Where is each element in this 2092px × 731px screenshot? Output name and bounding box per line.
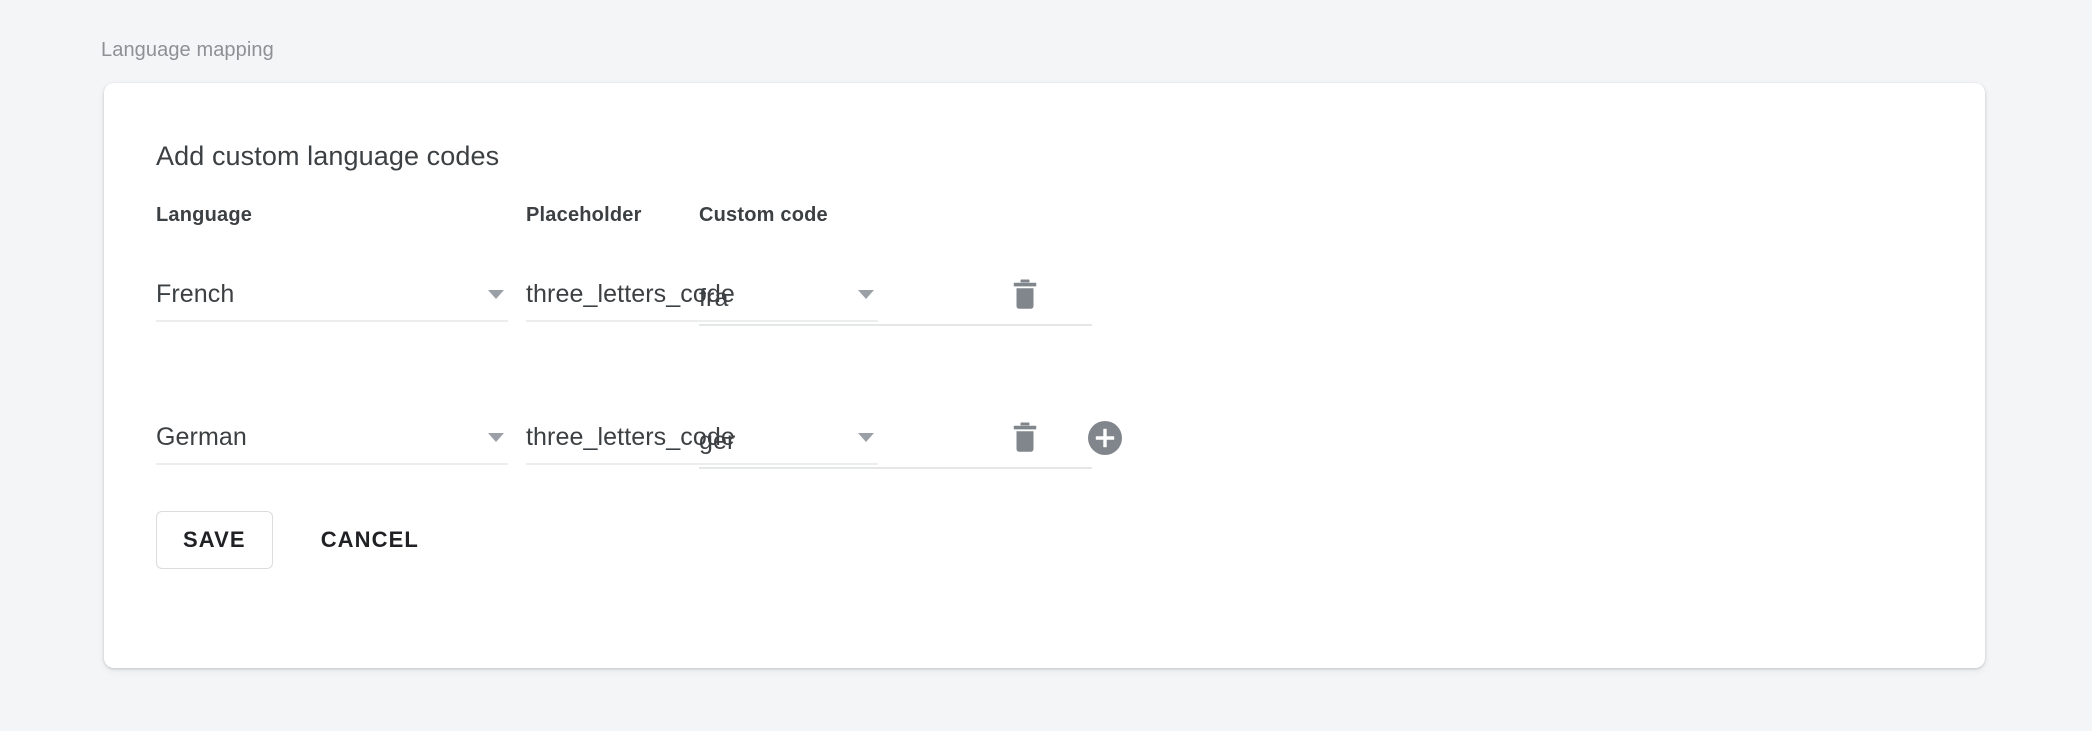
language-mapping-card: Add custom language codes Language Place…: [104, 83, 1985, 668]
card-footer: SAVE CANCEL: [156, 511, 437, 569]
page-root: Language mapping Add custom language cod…: [0, 0, 2092, 731]
chevron-down-icon: [488, 433, 504, 442]
language-mapping-grid: Language Placeholder Custom code French …: [156, 203, 1946, 536]
column-header-custom-code: Custom code: [699, 203, 1092, 227]
row-actions-0: [1001, 268, 1201, 322]
section-label: Language mapping: [101, 38, 274, 62]
row-actions-1: [1001, 411, 1201, 465]
language-select-1[interactable]: German: [156, 411, 508, 465]
language-select-0[interactable]: French: [156, 268, 508, 322]
table-row: French three_letters_code fra: [156, 250, 1946, 393]
cancel-button[interactable]: CANCEL: [303, 511, 437, 569]
card-title: Add custom language codes: [156, 140, 499, 172]
chevron-down-icon: [488, 290, 504, 299]
add-row-button[interactable]: [1081, 414, 1129, 462]
grid-header-row: Language Placeholder Custom code: [156, 203, 1946, 250]
trash-icon: [1010, 278, 1040, 312]
column-header-language: Language: [156, 203, 508, 227]
trash-icon: [1010, 421, 1040, 455]
plus-circle-icon: [1087, 420, 1123, 456]
save-button[interactable]: SAVE: [156, 511, 273, 569]
delete-row-button-1[interactable]: [1001, 414, 1049, 462]
language-select-value-0: French: [156, 279, 474, 309]
language-select-value-1: German: [156, 422, 474, 452]
delete-row-button-0[interactable]: [1001, 271, 1049, 319]
